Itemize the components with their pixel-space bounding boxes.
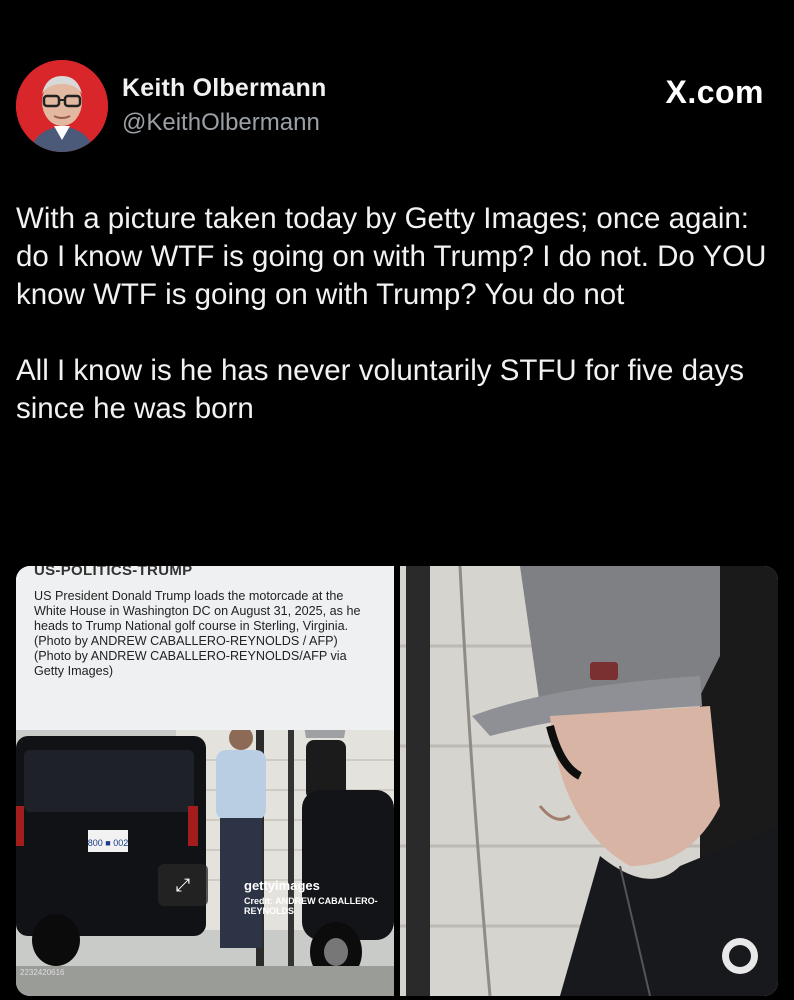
tweet-paragraph-2: All I know is he has never voluntarily S… <box>16 354 744 425</box>
tweet-media: US-POLITICS-TRUMP US President Donald Tr… <box>16 566 778 996</box>
tweet-text: With a picture taken today by Getty Imag… <box>16 200 786 466</box>
tweet-header: Keith Olbermann @KeithOlbermann X.com <box>16 60 778 156</box>
motorcade-photo: 800 ■ 002 <box>16 730 394 996</box>
source-badge: X.com <box>665 74 764 110</box>
avatar[interactable] <box>16 60 108 152</box>
author-names: Keith Olbermann @KeithOlbermann <box>122 74 326 137</box>
tweet-paragraph-1: With a picture taken today by Getty Imag… <box>16 202 767 311</box>
getty-watermark: gettyimages <box>244 878 320 893</box>
expand-icon[interactable]: ⤢ <box>158 864 208 906</box>
caption-body: US President Donald Trump loads the moto… <box>34 589 361 678</box>
image-id: 2232420616 <box>20 968 65 977</box>
license-plate: 800 ■ 002 <box>88 838 128 848</box>
caption-panel: US-POLITICS-TRUMP US President Donald Tr… <box>16 566 394 730</box>
display-name[interactable]: Keith Olbermann <box>122 74 326 103</box>
media-image-left[interactable]: US-POLITICS-TRUMP US President Donald Tr… <box>16 566 394 996</box>
getty-credit: Credit: ANDREW CABALLERO-REYNOLDS <box>244 896 378 916</box>
media-image-right[interactable] <box>400 566 778 996</box>
zoomed-photo-icon <box>400 566 778 996</box>
profile-photo-icon <box>16 60 108 152</box>
caption-title: US-POLITICS-TRUMP <box>34 566 193 579</box>
handle[interactable]: @KeithOlbermann <box>122 109 326 137</box>
